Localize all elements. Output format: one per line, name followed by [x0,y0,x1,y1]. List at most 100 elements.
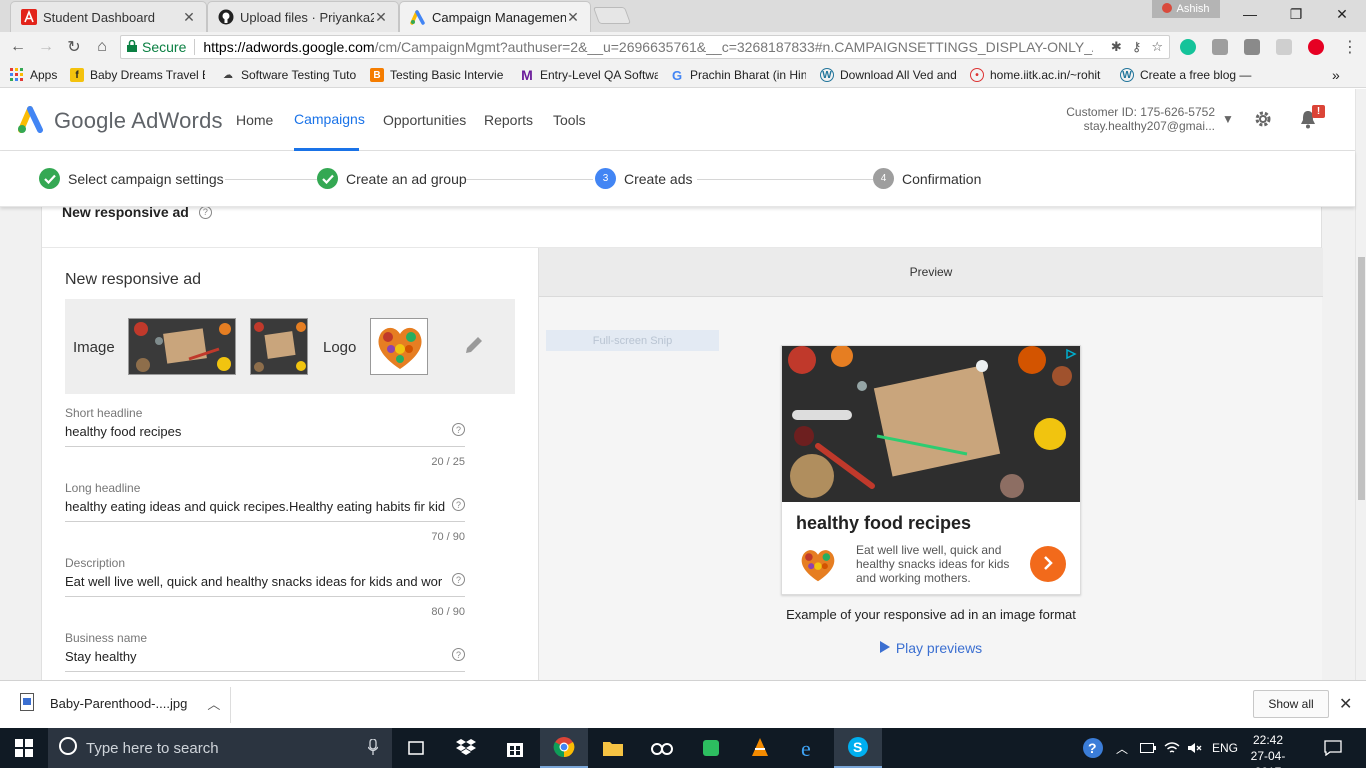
nav-opportunities[interactable]: Opportunities [383,89,466,151]
long-headline-input[interactable]: healthy eating ideas and quick recipes.H… [65,499,451,514]
scrollbar-thumb[interactable] [1358,257,1365,500]
help-icon[interactable]: ? [452,423,465,436]
home-icon[interactable]: ⌂ [92,37,112,57]
step-select-campaign-settings[interactable]: Select campaign settings [39,168,224,189]
nav-campaigns[interactable]: Campaigns [294,89,365,151]
back-icon[interactable]: ← [8,37,28,57]
nav-reports[interactable]: Reports [484,89,533,151]
tab-campaign-management[interactable]: Campaign Management ✕ [399,1,591,32]
grammarly-icon[interactable] [1180,39,1196,55]
chrome-menu-icon[interactable]: ⋮ [1340,37,1360,57]
bookmark-entry-level-qa[interactable]: M Entry-Level QA Softwa [520,67,658,83]
pinterest-icon[interactable] [1308,39,1324,55]
ad-card: New responsive ad ? New responsive ad Im… [41,207,1323,680]
step-confirmation[interactable]: 4 Confirmation [873,168,981,189]
gear-icon[interactable] [1251,107,1275,131]
bookmark-testing-basic[interactable]: B Testing Basic Intervie [370,67,508,83]
profile-chip[interactable]: Ashish [1152,0,1220,18]
chevron-up-icon[interactable]: ︿ [207,694,220,713]
help-icon[interactable]: ? [452,498,465,511]
store-icon[interactable] [491,728,539,768]
tab-upload-files[interactable]: Upload files · Priyanka20 ✕ [207,1,399,32]
wifi-icon[interactable] [1164,728,1180,768]
window-close-icon[interactable]: ✕ [1319,0,1365,28]
help-tray-icon[interactable]: ? [1082,728,1104,768]
file-explorer-icon[interactable] [589,728,637,768]
bookmark-download-ved[interactable]: W Download All Ved and [820,67,958,83]
extension-image-icon[interactable] [1276,39,1292,55]
step-label: Create an ad group [346,170,467,187]
business-name-input[interactable]: Stay healthy [65,649,451,664]
ad-cta-button[interactable] [1030,546,1066,582]
bookmark-iitk[interactable]: • home.iitk.ac.in/~rohit [970,67,1108,83]
nav-home[interactable]: Home [236,89,273,151]
microphone-icon[interactable] [367,738,379,759]
tab-student-dashboard[interactable]: Student Dashboard ✕ [10,1,207,32]
iitk-icon: • [970,68,984,82]
evernote-icon[interactable] [687,728,735,768]
forward-icon[interactable]: → [36,37,56,57]
bookmark-free-blog[interactable]: W Create a free blog — [1120,67,1260,83]
volume-muted-icon[interactable] [1187,728,1203,768]
logo-thumbnail[interactable] [370,318,428,375]
step-create-ad-group[interactable]: Create an ad group [317,168,467,189]
dropbox-icon[interactable] [442,728,490,768]
reload-icon[interactable]: ↻ [64,37,84,57]
long-headline-field: Long headline healthy eating ideas and q… [65,481,465,543]
more-bookmarks-icon[interactable]: » [1332,67,1346,83]
windows-start-icon[interactable] [0,728,48,768]
nav-tools[interactable]: Tools [553,89,586,151]
play-previews-link[interactable]: Play previews [539,640,1323,656]
url-text[interactable]: https://adwords.google.com/cm/CampaignMg… [203,39,1093,55]
tripadvisor-icon[interactable] [638,728,686,768]
show-hidden-icons[interactable]: ︿ [1116,728,1128,768]
download-item[interactable]: Baby-Parenthood-....jpg ︿ [20,693,220,714]
ad-headline: healthy food recipes [796,513,972,533]
bookmark-baby-dreams[interactable]: f Baby Dreams Travel B [70,67,205,83]
key-icon[interactable]: ⚷ [1132,39,1142,55]
task-view-icon[interactable] [392,728,440,768]
chrome-taskbar-icon[interactable] [540,728,588,768]
account-info[interactable]: Customer ID: 175-626-5752 stay.healthy20… [1066,105,1215,133]
restore-icon[interactable]: ❐ [1273,0,1319,28]
close-tab-icon[interactable]: ✕ [182,9,196,26]
square-image-thumbnail[interactable] [250,318,308,375]
action-center-icon[interactable] [1324,728,1342,768]
language-indicator[interactable]: ENG [1212,728,1238,768]
help-icon[interactable]: ? [198,207,212,219]
baby-dreams-icon: f [70,68,84,82]
help-icon[interactable]: ? [452,648,465,661]
star-bookmark-icon[interactable]: ☆ [1151,39,1163,55]
taskbar-search[interactable]: Type here to search [48,728,392,768]
bookmark-apps[interactable]: Apps [10,67,65,83]
skype-icon[interactable]: S [834,728,882,768]
close-tab-icon[interactable]: ✕ [566,9,580,26]
description-input[interactable]: Eat well live well, quick and healthy sn… [65,574,451,589]
extension-m-icon[interactable] [1244,39,1260,55]
bookmark-software-testing[interactable]: ☁ Software Testing Tuto [221,67,356,83]
battery-icon[interactable] [1140,728,1156,768]
new-tab-button[interactable] [592,7,632,24]
extension-puzzle-icon[interactable]: ✱ [1111,39,1122,55]
adchoices-icon[interactable] [1064,348,1078,360]
help-icon[interactable]: ? [452,573,465,586]
show-all-button[interactable]: Show all [1253,690,1329,718]
account-dropdown-icon[interactable]: ▼ [1216,107,1240,131]
pencil-edit-icon[interactable] [463,334,487,358]
page-scrollbar[interactable] [1355,89,1366,680]
vlc-icon[interactable] [736,728,784,768]
secure-indicator[interactable]: Secure [127,39,186,55]
close-tab-icon[interactable]: ✕ [374,9,388,26]
internet-explorer-icon[interactable]: e [785,728,833,768]
address-bar[interactable]: Secure https://adwords.google.com/cm/Cam… [120,35,1170,59]
system-clock[interactable]: 22:42 27-04-2017 [1238,732,1298,768]
extension-gray-icon[interactable] [1212,39,1228,55]
bookmark-label: Prachin Bharat (in Hin [690,68,806,82]
bookmark-prachin-bharat[interactable]: G Prachin Bharat (in Hin [670,67,806,83]
landscape-image-thumbnail[interactable] [128,318,236,375]
adwords-logo[interactable]: Google AdWords [16,104,223,137]
close-downloads-icon[interactable]: ✕ [1339,694,1352,714]
minimize-icon[interactable]: — [1227,0,1273,28]
short-headline-input[interactable]: healthy food recipes [65,424,451,439]
step-create-ads[interactable]: 3 Create ads [595,168,692,189]
